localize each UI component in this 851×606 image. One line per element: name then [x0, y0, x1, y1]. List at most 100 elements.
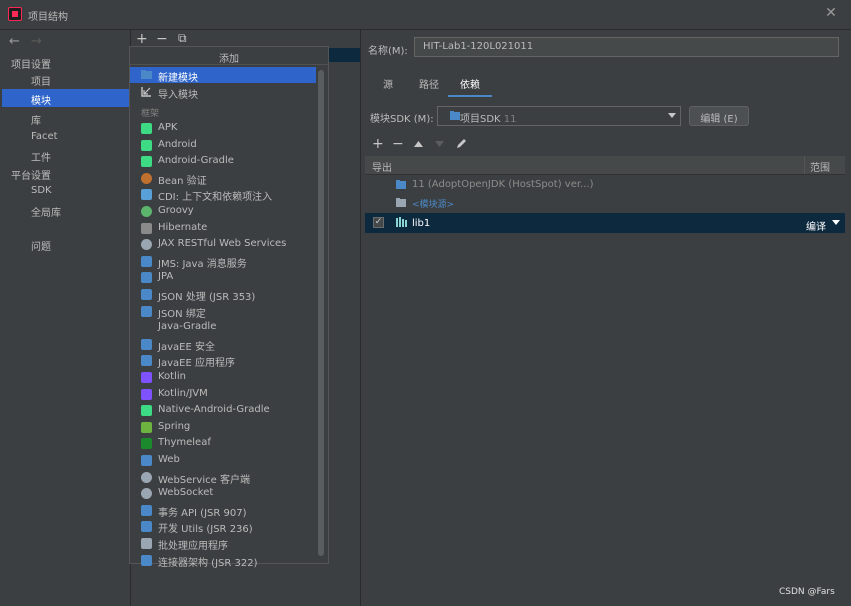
javaee-icon: [141, 355, 152, 367]
add-dependency-icon[interactable]: +: [372, 136, 384, 152]
android-icon: [141, 139, 152, 151]
nav-selection-highlight: [2, 89, 129, 107]
column-divider: [804, 156, 805, 174]
dependency-row-module-source[interactable]: <模块源>: [412, 197, 454, 210]
module-name-input[interactable]: HIT-Lab1-120L021011: [414, 37, 839, 57]
menu-item-new-module[interactable]: 新建模块: [158, 69, 198, 84]
batch-icon: [141, 538, 152, 549]
menu-item-framework[interactable]: Thymeleaf: [158, 437, 211, 448]
copy-icon[interactable]: ⧉: [178, 31, 187, 46]
active-tab-underline: [448, 95, 492, 97]
section-platform-settings: 平台设置: [11, 171, 51, 182]
window-title: 项目结构: [28, 12, 68, 23]
connector-icon: [141, 554, 152, 566]
section-project-settings: 项目设置: [11, 60, 51, 71]
back-arrow-icon[interactable]: ←: [9, 34, 20, 49]
groovy-icon: [141, 206, 152, 217]
android-icon: [141, 123, 152, 134]
menu-item-framework[interactable]: Android: [158, 139, 197, 150]
kotlin-icon: [141, 372, 152, 383]
popup-title: 添加: [130, 47, 328, 65]
close-icon[interactable]: ✕: [824, 6, 838, 20]
menu-item-framework[interactable]: JAX RESTful Web Services: [158, 238, 286, 249]
nav-item-artifacts[interactable]: 工件: [31, 149, 51, 164]
add-icon[interactable]: +: [136, 31, 148, 47]
menu-item-framework[interactable]: Bean 验证: [158, 172, 207, 187]
web-icon: [141, 455, 152, 466]
menu-item-framework[interactable]: 连接器架构 (JSR 322): [158, 554, 258, 569]
move-down-icon[interactable]: [435, 141, 444, 147]
nav-item-libraries[interactable]: 库: [31, 112, 41, 127]
menu-item-framework[interactable]: WebSocket: [158, 487, 213, 498]
menu-item-import-module[interactable]: 导入模块: [158, 86, 198, 101]
left-nav-pane: ← → 项目设置 项目 模块 库 Facet 工件 平台设置 SDK 全局库 问…: [0, 30, 131, 606]
source-folder-icon: [396, 198, 406, 207]
menu-item-framework[interactable]: Groovy: [158, 205, 194, 216]
jms-icon: [141, 255, 152, 267]
module-sdk-select[interactable]: 项目SDK 11: [437, 106, 681, 126]
dependencies-table-header: [365, 156, 845, 175]
export-checkbox[interactable]: ✓: [373, 217, 384, 228]
javaee-icon: [141, 338, 152, 350]
scope-column-header: 范围: [810, 163, 830, 174]
menu-item-framework[interactable]: Java-Gradle: [158, 321, 216, 332]
menu-item-framework[interactable]: JSON 处理 (JSR 353): [158, 288, 255, 303]
menu-item-framework[interactable]: WebService 客户端: [158, 471, 250, 486]
utils-icon: [141, 521, 152, 533]
pencil-icon[interactable]: [456, 138, 467, 149]
menu-item-framework[interactable]: 开发 Utils (JSR 236): [158, 520, 253, 535]
title-bar: [0, 0, 851, 30]
menu-item-framework[interactable]: Native-Android-Gradle: [158, 404, 270, 415]
intellij-app-icon: [8, 7, 22, 21]
nav-item-modules[interactable]: 模块: [31, 92, 51, 107]
globe-icon: [141, 471, 152, 483]
tab-dependencies[interactable]: 依赖: [460, 76, 480, 91]
forward-arrow-icon[interactable]: →: [31, 34, 42, 49]
jdk-folder-icon: [396, 180, 406, 189]
tab-paths[interactable]: 路径: [419, 76, 439, 91]
menu-item-framework[interactable]: JMS: Java 消息服务: [158, 255, 247, 270]
watermark: CSDN @Fars: [779, 587, 835, 597]
menu-item-framework[interactable]: Kotlin: [158, 371, 186, 382]
export-column-header: 导出: [372, 163, 392, 174]
android-icon: [141, 405, 152, 417]
jpa-icon: [141, 272, 152, 284]
menu-item-framework[interactable]: Web: [158, 454, 180, 465]
menu-item-framework[interactable]: 批处理应用程序: [158, 537, 228, 552]
new-module-icon: [141, 70, 152, 79]
import-module-icon: [141, 87, 151, 97]
menu-item-framework[interactable]: 事务 API (JSR 907): [158, 504, 247, 519]
nav-item-global-libraries[interactable]: 全局库: [31, 204, 61, 219]
move-up-icon[interactable]: [414, 141, 423, 147]
cdi-icon: [141, 189, 152, 201]
dependency-row-lib1[interactable]: [365, 213, 845, 233]
menu-item-framework[interactable]: Android-Gradle: [158, 155, 234, 166]
edit-sdk-button[interactable]: 编辑 (E): [689, 106, 749, 126]
menu-item-framework[interactable]: JavaEE 应用程序: [158, 354, 235, 369]
menu-item-framework[interactable]: JPA: [158, 271, 173, 282]
tab-sources[interactable]: 源: [383, 76, 393, 91]
dependency-row-sdk[interactable]: 11 (AdoptOpenJDK (HostSpot) ver...): [412, 179, 593, 190]
popup-scrollbar[interactable]: [318, 70, 324, 556]
nav-item-problems[interactable]: 问题: [31, 238, 51, 253]
scope-value[interactable]: 编译: [806, 218, 826, 233]
nav-item-facets[interactable]: Facet: [31, 131, 58, 142]
remove-dependency-icon[interactable]: −: [392, 136, 404, 152]
menu-item-framework[interactable]: Spring: [158, 421, 190, 432]
menu-item-framework[interactable]: CDI: 上下文和依赖项注入: [158, 188, 272, 203]
popup-group-frameworks: 框架: [141, 109, 160, 119]
sdk-select-version: 11: [503, 114, 517, 125]
menu-item-framework[interactable]: Hibernate: [158, 222, 207, 233]
chevron-down-icon[interactable]: [668, 113, 676, 119]
menu-item-framework[interactable]: APK: [158, 122, 177, 133]
bean-icon: [141, 172, 152, 184]
remove-icon[interactable]: −: [156, 31, 168, 47]
scope-chevron-down-icon[interactable]: [832, 220, 840, 226]
name-label: 名称(M):: [368, 46, 408, 57]
menu-item-framework[interactable]: JSON 绑定: [158, 305, 206, 320]
menu-item-framework[interactable]: JavaEE 安全: [158, 338, 215, 353]
hibernate-icon: [141, 222, 152, 234]
nav-item-project[interactable]: 项目: [31, 73, 51, 88]
menu-item-framework[interactable]: Kotlin/JVM: [158, 388, 208, 399]
nav-item-sdk[interactable]: SDK: [31, 185, 52, 196]
